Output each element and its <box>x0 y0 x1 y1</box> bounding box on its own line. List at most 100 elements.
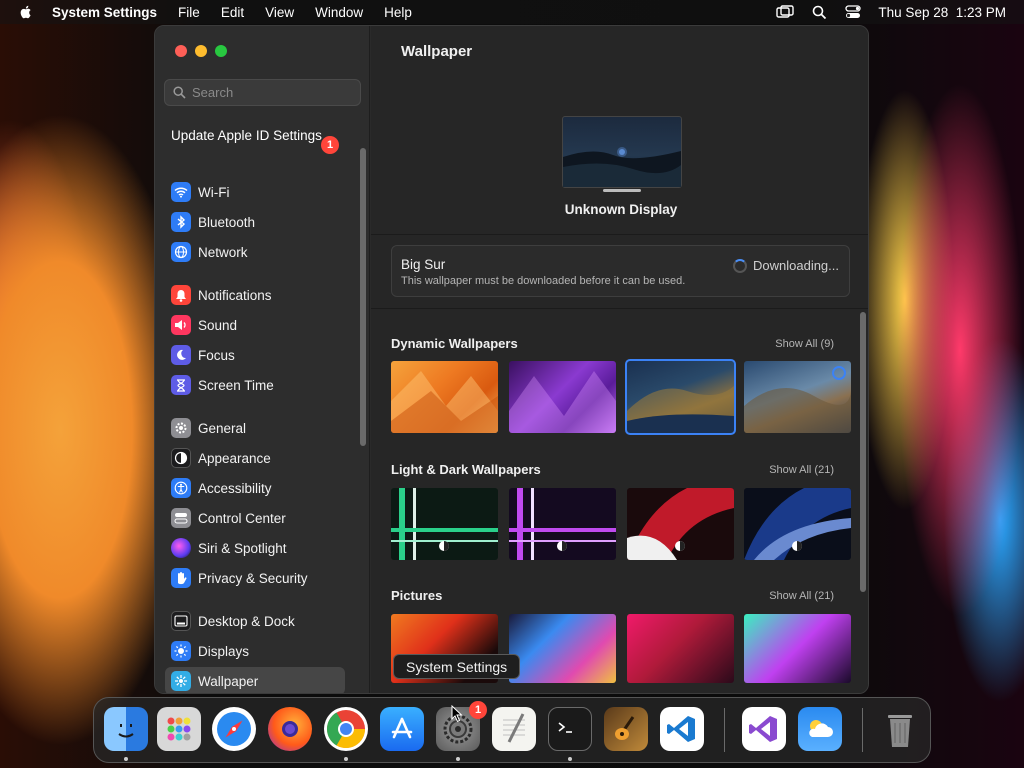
close-button[interactable] <box>175 45 187 57</box>
sidebar-item-network[interactable]: Network <box>165 238 345 266</box>
garageband-icon[interactable] <box>604 707 648 751</box>
sidebar-item-privacy-security[interactable]: Privacy & Security <box>165 564 345 592</box>
speaker-icon <box>171 315 191 335</box>
menu-app-name[interactable]: System Settings <box>52 5 157 20</box>
sidebar-item-label: Notifications <box>198 287 272 303</box>
spotlight-search-icon[interactable] <box>810 4 828 20</box>
window-controls <box>175 45 227 57</box>
safari-icon[interactable] <box>212 707 256 751</box>
sidebar-item-desktop-dock[interactable]: Desktop & Dock <box>165 607 345 635</box>
sidebar-item-label: Appearance <box>198 450 271 466</box>
sidebar-item-label: Control Center <box>198 510 286 526</box>
update-apple-id-item[interactable]: Update Apple ID Settings <box>171 128 346 144</box>
sidebar-item-label: Siri & Spotlight <box>198 540 287 556</box>
hourglass-icon <box>171 375 191 395</box>
control-center-icon[interactable] <box>844 4 862 20</box>
sidebar-item-control-center[interactable]: Control Center <box>165 504 345 532</box>
sidebar-item-wifi[interactable]: Wi-Fi <box>165 178 345 206</box>
search-field[interactable] <box>164 79 361 106</box>
running-indicator <box>344 757 348 761</box>
menu-help[interactable]: Help <box>384 5 412 20</box>
menu-view[interactable]: View <box>265 5 294 20</box>
section-title-light-dark: Light & Dark Wallpapers <box>391 462 541 477</box>
dock-tooltip: System Settings <box>393 654 521 679</box>
menu-bar: System Settings File Edit View Window He… <box>0 0 1024 24</box>
display-preview[interactable] <box>562 116 682 188</box>
chrome-icon[interactable] <box>324 707 368 751</box>
sidebar-item-focus[interactable]: Focus <box>165 341 345 369</box>
sidebar-item-accessibility[interactable]: Accessibility <box>165 474 345 502</box>
sidebar-item-label: Desktop & Dock <box>198 613 295 629</box>
download-notice: Big Sur This wallpaper must be downloade… <box>391 245 850 297</box>
show-all-pictures-button[interactable]: Show All (21) <box>769 590 834 602</box>
sidebar-item-siri-spotlight[interactable]: Siri & Spotlight <box>165 534 345 562</box>
wallpaper-thumb-green-lines[interactable] <box>391 488 498 560</box>
page-title: Wallpaper <box>401 43 473 60</box>
section-title-pictures: Pictures <box>391 588 443 603</box>
trash-icon[interactable] <box>878 707 922 751</box>
wallpaper-thumb-pink-swirl[interactable] <box>627 614 734 683</box>
wallpaper-thumb-neon-swirl[interactable] <box>744 614 851 683</box>
appearance-icon <box>171 448 191 468</box>
sidebar-item-screen-time[interactable]: Screen Time <box>165 371 345 399</box>
wallpaper-thumb-ventura-orange[interactable] <box>391 361 498 433</box>
system-settings-badge: 1 <box>469 701 487 719</box>
toggles-icon <box>171 508 191 528</box>
search-input[interactable] <box>192 85 352 100</box>
vscode-icon[interactable] <box>660 707 704 751</box>
sidebar-item-label: Wi-Fi <box>198 184 230 200</box>
divider <box>371 234 868 235</box>
wallpaper-scrollbar[interactable] <box>860 312 866 592</box>
bluetooth-icon <box>171 212 191 232</box>
zoom-button[interactable] <box>215 45 227 57</box>
minimize-button[interactable] <box>195 45 207 57</box>
wallpaper-thumb-catalina-island[interactable] <box>625 359 736 435</box>
sun-icon <box>171 641 191 661</box>
firefox-icon[interactable] <box>268 707 312 751</box>
menu-file[interactable]: File <box>178 5 200 20</box>
sidebar-item-bluetooth[interactable]: Bluetooth <box>165 208 345 236</box>
menu-clock[interactable]: Thu Sep 28 1:23 PM <box>878 5 1006 20</box>
sidebar-item-label: Bluetooth <box>198 214 256 230</box>
wallpaper-thumb-blue-curve[interactable] <box>744 488 851 560</box>
progress-spinner-icon <box>733 258 747 273</box>
menu-window[interactable]: Window <box>315 5 363 20</box>
globe-icon <box>171 242 191 262</box>
wallpaper-thumb-purple-lines[interactable] <box>509 488 616 560</box>
apple-icon[interactable] <box>18 4 34 20</box>
show-all-dynamic-button[interactable]: Show All (9) <box>775 338 834 350</box>
sidebar-item-label: Displays <box>198 643 250 659</box>
sidebar-item-wallpaper[interactable]: Wallpaper <box>165 667 345 693</box>
sidebar-item-appearance[interactable]: Appearance <box>165 444 345 472</box>
sidebar-item-notifications[interactable]: Notifications <box>165 281 345 309</box>
sidebar-item-general[interactable]: General <box>165 414 345 442</box>
wallpaper-thumb-catalina-coast[interactable] <box>744 361 851 433</box>
wallpaper-pane: Wallpaper Unknown Display Big Sur This w… <box>371 26 868 693</box>
divider <box>371 308 868 309</box>
download-status-label: Downloading... <box>753 258 839 273</box>
weather-icon[interactable] <box>798 707 842 751</box>
sidebar-item-sound[interactable]: Sound <box>165 311 345 339</box>
display-label: Unknown Display <box>564 202 678 217</box>
launchpad-icon[interactable] <box>157 707 201 751</box>
wallpaper-thumb-red-curve[interactable] <box>627 488 734 560</box>
screen-mirroring-icon[interactable] <box>776 4 795 20</box>
show-all-light-dark-button[interactable]: Show All (21) <box>769 464 834 476</box>
app-store-icon[interactable] <box>380 707 424 751</box>
sidebar-item-displays[interactable]: Displays <box>165 637 345 665</box>
sidebar-item-label: Wallpaper <box>198 673 259 689</box>
update-badge: 1 <box>321 136 339 154</box>
accessibility-icon <box>171 478 191 498</box>
wallpaper-thumb-ventura-purple[interactable] <box>509 361 616 433</box>
textedit-icon[interactable] <box>492 707 536 751</box>
menu-edit[interactable]: Edit <box>221 5 244 20</box>
visual-studio-icon[interactable] <box>742 707 786 751</box>
wifi-icon <box>171 182 191 202</box>
terminal-icon[interactable] <box>548 707 592 751</box>
hand-icon <box>171 568 191 588</box>
wallpaper-thumb-rainbow-swirl[interactable] <box>509 614 616 683</box>
finder-icon[interactable] <box>104 707 148 751</box>
sidebar-scrollbar[interactable] <box>360 148 366 446</box>
sidebar-item-label: Focus <box>198 347 235 363</box>
display-stand <box>603 189 641 192</box>
